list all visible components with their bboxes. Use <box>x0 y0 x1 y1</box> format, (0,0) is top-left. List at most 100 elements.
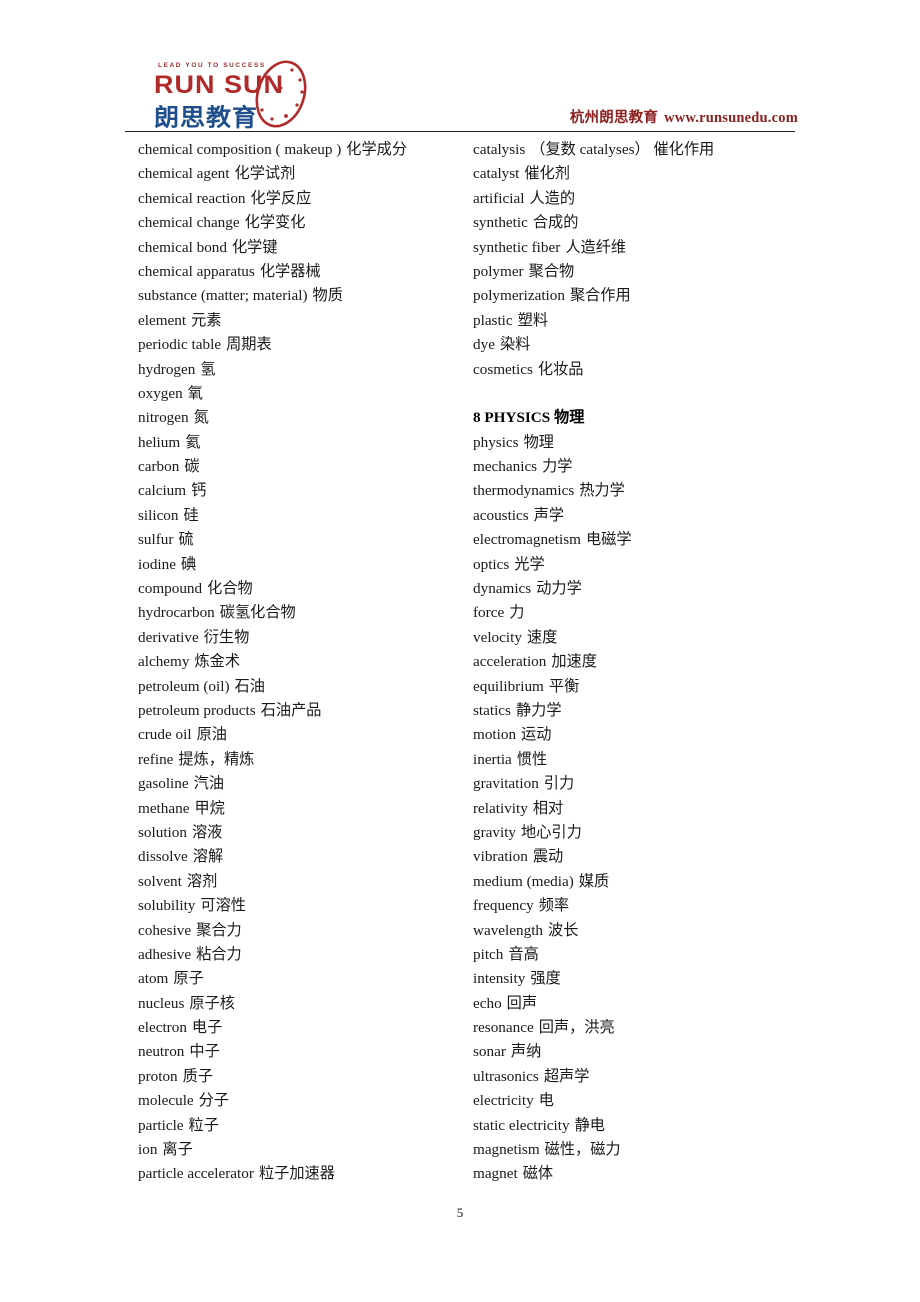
glossary-entry: oxygen 氧 <box>138 382 468 406</box>
entry-term-en: magnet <box>473 1165 518 1183</box>
glossary-entry: solvent 溶剂 <box>138 870 468 894</box>
entry-term-en: dissolve <box>138 848 188 866</box>
entry-term-cn: 催化剂 <box>524 165 570 183</box>
entry-term-cn: 人造纤维 <box>565 238 627 256</box>
entry-term-en: methane <box>138 799 190 817</box>
entry-term-cn: 离子 <box>162 1141 193 1159</box>
entry-term-en: frequency <box>473 897 534 915</box>
glossary-entry: chemical agent 化学试剂 <box>138 162 468 186</box>
entry-term-cn: 聚合力 <box>196 921 242 939</box>
glossary-entry: refine 提炼，精炼 <box>138 748 468 772</box>
entry-term-cn: 元素 <box>191 311 222 329</box>
entry-term-en: magnetism <box>473 1141 540 1159</box>
entry-term-cn: 频率 <box>538 897 570 915</box>
glossary-entry: chemical reaction 化学反应 <box>138 187 468 211</box>
entry-term-en: gasoline <box>138 775 189 793</box>
entry-term-cn: 人造的 <box>529 189 575 207</box>
entry-term-en: hydrogen <box>138 360 196 378</box>
entry-term-en: dynamics <box>473 580 532 598</box>
entry-term-en: plastic <box>473 311 513 329</box>
entry-term-en: force <box>473 604 505 622</box>
glossary-entry: solution 溶液 <box>138 821 468 845</box>
glossary-entry: petroleum products 石油产品 <box>138 699 468 723</box>
entry-term-cn: 光学 <box>514 555 545 573</box>
glossary-entry: intensity 强度 <box>473 967 803 991</box>
entry-term-cn: 可溶性 <box>200 897 246 915</box>
entry-term-en: statics <box>473 701 511 719</box>
glossary-left-column: chemical composition ( makeup ) 化学成分 chemi… <box>138 138 468 1187</box>
glossary-entry: chemical bond 化学键 <box>138 236 468 260</box>
entry-term-en: cohesive <box>138 921 192 939</box>
glossary-entry: element 元素 <box>138 309 468 333</box>
entry-term-cn: 分子 <box>198 1092 230 1110</box>
glossary-entry: helium 氦 <box>138 431 468 455</box>
glossary-entry: cosmetics 化妆品 <box>473 358 803 382</box>
page-number: 5 <box>456 1205 464 1220</box>
entry-term-cn: 溶解 <box>192 848 224 866</box>
entry-term-en: chemical reaction <box>138 189 246 207</box>
glossary-entry: chemical change 化学变化 <box>138 211 468 235</box>
glossary-entry: synthetic 合成的 <box>473 211 803 235</box>
entry-term-cn: 化妆品 <box>537 360 584 378</box>
entry-term-cn: 超声学 <box>543 1067 590 1085</box>
glossary-entry: nitrogen 氮 <box>138 406 468 430</box>
entry-term-en: compound <box>138 580 203 598</box>
glossary-entry: plastic 塑料 <box>473 309 803 333</box>
entry-term-en: electron <box>138 1019 187 1037</box>
entry-term-cn: 氢 <box>200 360 216 378</box>
entry-term-en: carbon <box>138 458 180 476</box>
glossary-entry: electromagnetism 电磁学 <box>473 528 803 552</box>
entry-term-cn: 地心引力 <box>521 823 582 841</box>
glossary-entry: calcium 钙 <box>138 479 468 503</box>
document-page: LEAD YOU TO SUCCESS RUN SUN 朗思教育 杭州朗思教育 w… <box>0 0 920 1302</box>
entry-term-cn: 电 <box>538 1092 554 1110</box>
page-header: LEAD YOU TO SUCCESS RUN SUN 朗思教育 杭州朗思教育 w… <box>0 0 920 133</box>
glossary-entry: ion 离子 <box>138 1138 468 1162</box>
glossary-entry: carbon 碳 <box>138 455 468 479</box>
entry-term-cn: 加速度 <box>551 653 597 671</box>
glossary-entry: sonar 声纳 <box>473 1040 803 1064</box>
entry-term-en: proton <box>138 1067 178 1085</box>
glossary-entry: statics 静力学 <box>473 699 803 723</box>
glossary-entry: alchemy 炼金术 <box>138 650 468 674</box>
entry-term-cn: 溶液 <box>191 823 223 841</box>
glossary-entry: dissolve 溶解 <box>138 845 468 869</box>
entry-term-en: solution <box>138 823 187 841</box>
entry-term-cn: 硫 <box>178 531 194 549</box>
entry-term-cn: 声学 <box>533 506 565 524</box>
entry-term-cn: 力学 <box>542 458 573 476</box>
entry-term-en: resonance <box>473 1019 534 1037</box>
entry-term-cn: 氦 <box>185 433 201 451</box>
logo-swoosh-icon <box>255 60 307 128</box>
entry-term-cn: 合成的 <box>532 214 579 232</box>
entry-term-cn: 静电 <box>574 1116 605 1134</box>
entry-term-cn: 硅 <box>183 506 199 524</box>
entry-term-cn: 震动 <box>532 848 564 866</box>
entry-term-cn: 聚合物 <box>528 262 575 280</box>
entry-term-cn: 速度 <box>526 628 558 646</box>
entry-term-en: wavelength <box>473 921 544 939</box>
entry-term-en: calcium <box>138 482 187 500</box>
glossary-entry: optics 光学 <box>473 553 803 577</box>
glossary-entry: solubility 可溶性 <box>138 894 468 918</box>
entry-term-cn: 运动 <box>521 726 552 744</box>
entry-term-en: petroleum products <box>138 701 256 719</box>
entry-term-en: neutron <box>138 1043 185 1061</box>
entry-term-en: petroleum (oil) <box>138 677 230 695</box>
glossary-entry: proton 质子 <box>138 1065 468 1089</box>
entry-term-en: artificial <box>473 189 525 207</box>
entry-term-en: crude oil <box>138 726 192 744</box>
entry-term-en: solvent <box>138 872 182 890</box>
glossary-entry: echo 回声 <box>473 992 803 1016</box>
glossary-entry: periodic table 周期表 <box>138 333 468 357</box>
glossary-entry: electricity 电 <box>473 1089 803 1113</box>
glossary-entry: motion 运动 <box>473 723 803 747</box>
entry-term-en: iodine <box>138 555 176 573</box>
entry-term-cn: 原子核 <box>189 994 235 1012</box>
entry-term-cn: 音高 <box>508 945 539 963</box>
glossary-entry: dye 染料 <box>473 333 803 357</box>
entry-term-en: mechanics <box>473 458 538 476</box>
entry-term-en: synthetic <box>473 214 528 232</box>
entry-term-cn: 化学键 <box>231 238 278 256</box>
glossary-entry: dynamics 动力学 <box>473 577 803 601</box>
